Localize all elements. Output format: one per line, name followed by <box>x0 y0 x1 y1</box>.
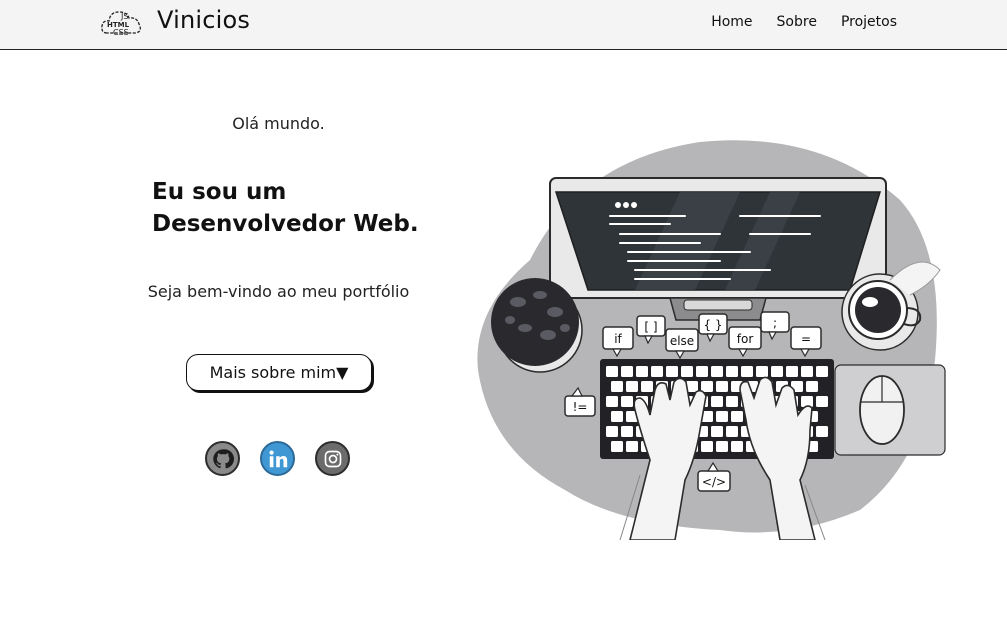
svg-text:{ }: { } <box>703 318 722 332</box>
svg-text:[ ]: [ ] <box>644 320 657 334</box>
keyboard-key <box>666 366 678 377</box>
keyboard-key <box>681 366 693 377</box>
svg-text:for: for <box>737 332 754 346</box>
keyboard-key <box>816 366 828 377</box>
svg-text:if: if <box>614 332 622 346</box>
instagram-link[interactable] <box>315 441 350 476</box>
keyboard-key <box>606 366 618 377</box>
more-about-me-button[interactable]: Mais sobre mim▼ <box>186 354 372 391</box>
keyboard-key <box>816 426 828 437</box>
keyboard-key <box>716 441 728 452</box>
svg-text:else: else <box>670 334 694 348</box>
monitor-illustration <box>549 177 887 321</box>
keyboard-key <box>711 366 723 377</box>
keyboard-key <box>716 381 728 392</box>
keyboard-key <box>731 441 743 452</box>
keyboard-key <box>816 396 828 407</box>
keyboard-key <box>611 381 623 392</box>
svg-text:;: ; <box>773 316 777 330</box>
keyboard-key <box>611 441 623 452</box>
keyboard-key <box>716 411 728 422</box>
keyboard-key <box>701 441 713 452</box>
keyboard-key <box>621 426 633 437</box>
svg-text:</>: </> <box>702 475 726 489</box>
keyboard-key <box>801 366 813 377</box>
brand-name[interactable]: Vinicios <box>157 6 250 34</box>
headline-line-2: Desenvolvedor Web. <box>152 211 419 237</box>
svg-text:JS: JS <box>120 12 128 21</box>
keyboard-key <box>696 366 708 377</box>
svg-text:CSS: CSS <box>113 28 129 37</box>
instagram-icon <box>324 450 341 467</box>
headline-line-1: Eu sou um <box>152 179 287 205</box>
nav-link-sobre[interactable]: Sobre <box>777 14 817 30</box>
keyboard-key <box>611 411 623 422</box>
headline: Eu sou um Desenvolvedor Web. <box>152 176 452 240</box>
keyboard-key <box>636 366 648 377</box>
keyboard-key <box>606 426 618 437</box>
keyboard-key <box>741 366 753 377</box>
nav-link-home[interactable]: Home <box>711 14 752 30</box>
keyboard-key <box>771 366 783 377</box>
keyboard-key <box>621 396 633 407</box>
keyboard-key <box>756 366 768 377</box>
github-icon <box>212 448 234 468</box>
svg-text:!=: != <box>573 400 588 414</box>
mouse-illustration <box>834 364 946 456</box>
keyboard-key <box>711 396 723 407</box>
keyboard-key <box>621 366 633 377</box>
github-link[interactable] <box>205 441 240 476</box>
keyboard-key <box>806 381 818 392</box>
keyboard-key <box>786 366 798 377</box>
keyboard-key <box>731 411 743 422</box>
keyboard-key <box>626 381 638 392</box>
keyboard-key <box>651 366 663 377</box>
nav-link-projetos[interactable]: Projetos <box>841 14 897 30</box>
keyboard-key <box>726 396 738 407</box>
svg-text:=: = <box>801 332 811 346</box>
linkedin-icon <box>268 449 287 467</box>
keyboard-key <box>641 381 653 392</box>
keyboard-key <box>606 396 618 407</box>
keyboard-key <box>701 381 713 392</box>
linkedin-link[interactable] <box>260 441 295 476</box>
navbar: JS HTML CSS Vinicios Home Sobre Projetos <box>0 0 1007 50</box>
nav-links: Home Sobre Projetos <box>711 14 897 30</box>
keyboard-key <box>726 426 738 437</box>
logo-icon[interactable]: JS HTML CSS <box>101 7 143 39</box>
social-links <box>205 441 350 476</box>
keyboard-key <box>801 396 813 407</box>
developer-illustration: if [ ] else { } for ; = != </> <box>477 140 946 540</box>
keyboard-key <box>726 366 738 377</box>
keyboard-key <box>711 426 723 437</box>
keyboard-key <box>626 441 638 452</box>
